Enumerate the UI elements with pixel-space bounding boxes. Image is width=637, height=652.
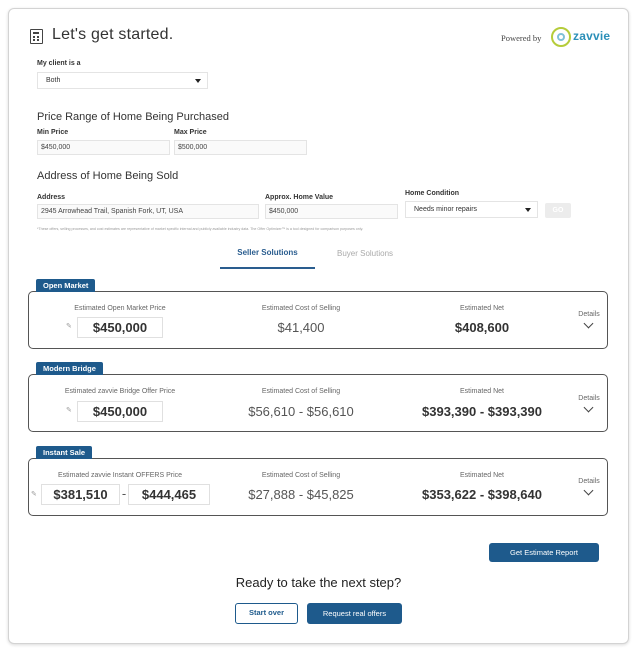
modern-bridge-cost: $56,610 - $56,610 (248, 404, 354, 419)
open-market-price[interactable]: $450,000 (77, 317, 163, 338)
page-title: Let's get started. (52, 26, 174, 43)
client-type-value: Both (46, 77, 61, 84)
instant-sale-cost-label: Estimated Cost of Selling (261, 472, 341, 479)
powered-by-label: Powered by (501, 33, 542, 43)
edit-icon[interactable]: ✎ (31, 490, 37, 498)
open-market-cost-label: Estimated Cost of Selling (261, 305, 341, 312)
modern-bridge-details[interactable]: Details (574, 395, 604, 402)
modern-bridge-net-label: Estimated Net (460, 388, 504, 395)
instant-sale-details[interactable]: Details (574, 478, 604, 485)
home-condition-value: Needs minor repairs (414, 206, 478, 213)
request-real-offers-button[interactable]: Request real offers (307, 603, 402, 624)
modern-bridge-tag: Modern Bridge (36, 362, 103, 375)
open-market-details[interactable]: Details (574, 311, 604, 318)
min-price-label: Min Price (37, 129, 69, 136)
price-range-heading: Price Range of Home Being Purchased (37, 111, 229, 123)
modern-bridge-price-label: Estimated zavvie Bridge Offer Price (64, 388, 176, 395)
start-over-button[interactable]: Start over (235, 603, 298, 624)
tab-buyer-solutions[interactable]: Buyer Solutions (315, 249, 415, 258)
instant-sale-price-high[interactable]: $444,465 (128, 484, 210, 505)
tab-seller-solutions[interactable]: Seller Solutions (220, 248, 315, 257)
address-label: Address (37, 194, 66, 201)
disclaimer-text: *These offers, selling processes, and co… (37, 227, 364, 231)
chevron-down-icon (195, 79, 201, 83)
home-condition-select[interactable]: Needs minor repairs (405, 201, 538, 218)
client-type-label: My client is a (37, 60, 81, 67)
open-market-cost: $41,400 (277, 320, 325, 335)
edit-icon[interactable]: ✎ (66, 406, 72, 414)
home-condition-label: Home Condition (405, 190, 460, 197)
open-market-net-label: Estimated Net (460, 305, 504, 312)
next-step-heading: Ready to take the next step? (235, 575, 402, 590)
chevron-down-icon (525, 208, 531, 212)
get-estimate-report-button[interactable]: Get Estimate Report (489, 543, 599, 562)
modern-bridge-net: $393,390 - $393,390 (422, 404, 542, 419)
instant-sale-net: $353,622 - $398,640 (422, 487, 542, 502)
zavvie-brand: zavvie (573, 29, 611, 43)
instant-sale-price-low[interactable]: $381,510 (41, 484, 120, 505)
instant-sale-net-label: Estimated Net (460, 472, 504, 479)
address-input[interactable]: 2945 Arrowhead Trail, Spanish Fork, UT, … (37, 204, 259, 219)
address-heading: Address of Home Being Sold (37, 170, 179, 182)
client-type-select[interactable]: Both (37, 72, 208, 89)
go-button[interactable]: GO (545, 203, 571, 218)
price-range-separator: - (121, 486, 127, 501)
open-market-tag: Open Market (36, 279, 96, 292)
min-price-input[interactable]: $450,000 (37, 140, 170, 155)
home-value-input[interactable]: $450,000 (265, 204, 398, 219)
calculator-icon (30, 29, 43, 44)
open-market-net: $408,600 (454, 320, 510, 335)
active-tab-indicator (220, 267, 315, 269)
instant-sale-price-label: Estimated zavvie Instant OFFERS Price (57, 472, 183, 479)
max-price-input[interactable]: $500,000 (174, 140, 307, 155)
home-value-label: Approx. Home Value (265, 194, 334, 201)
open-market-price-label: Estimated Open Market Price (74, 305, 166, 312)
modern-bridge-cost-label: Estimated Cost of Selling (261, 388, 341, 395)
instant-sale-cost: $27,888 - $45,825 (248, 487, 354, 502)
max-price-label: Max Price (174, 129, 207, 136)
modern-bridge-price[interactable]: $450,000 (77, 401, 163, 422)
edit-icon[interactable]: ✎ (66, 322, 72, 330)
instant-sale-tag: Instant Sale (36, 446, 93, 459)
zavvie-logo-icon (551, 27, 571, 47)
